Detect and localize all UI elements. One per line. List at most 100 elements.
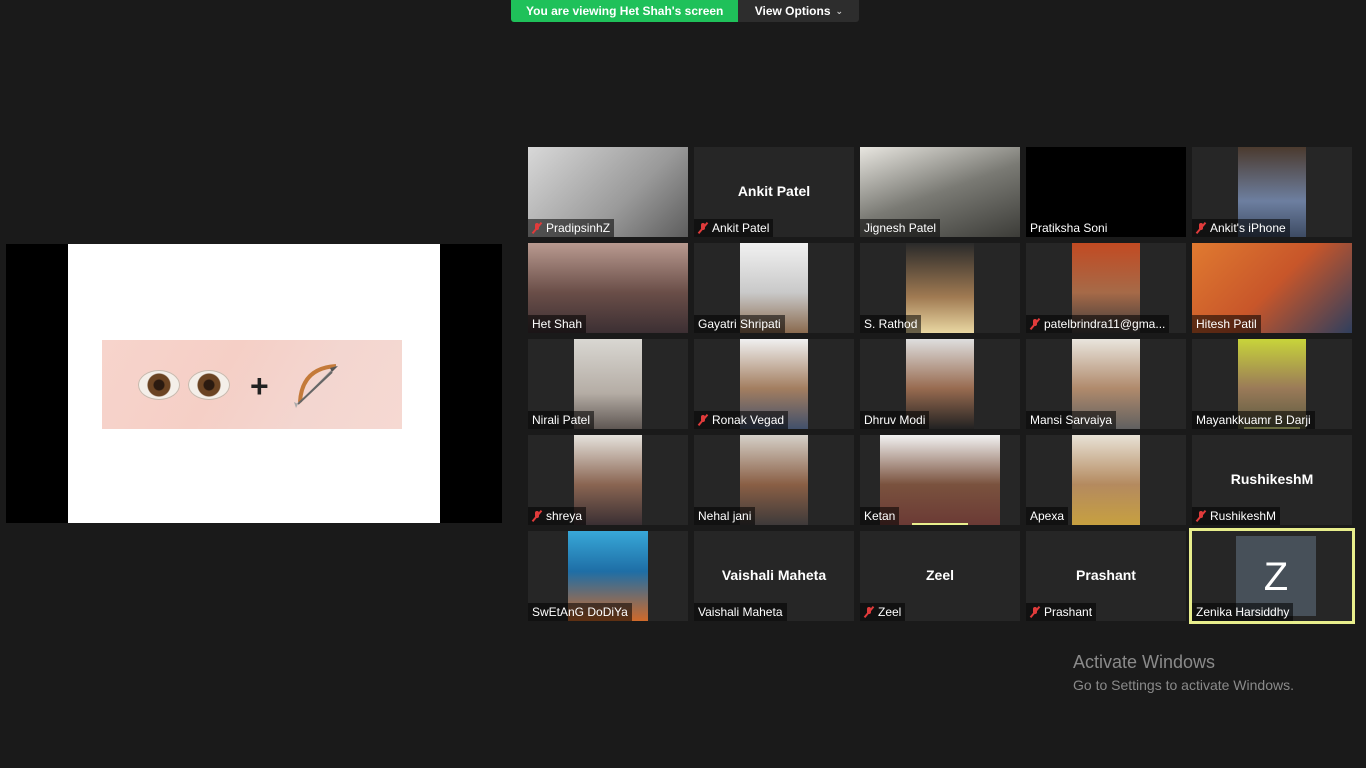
participant-display-name: Prashant <box>1076 567 1136 583</box>
plus-sign: + <box>250 368 269 404</box>
muted-mic-icon <box>1196 222 1206 234</box>
participant-name: Hitesh Patil <box>1196 317 1257 331</box>
participant-display-name: RushikeshM <box>1230 471 1314 487</box>
participant-video <box>1072 435 1140 525</box>
participant-name-bar: Vaishali Maheta <box>694 603 787 621</box>
participant-name: RushikeshM <box>1210 509 1277 523</box>
participant-tile[interactable]: Mayankkuamr B Darji <box>1192 339 1352 429</box>
participant-name-bar: Jignesh Patel <box>860 219 941 237</box>
participant-name-bar: Mansi Sarvaiya <box>1026 411 1117 429</box>
participant-name-bar: Pratiksha Soni <box>1026 219 1112 237</box>
participant-tile[interactable]: Het Shah <box>528 243 688 333</box>
muted-mic-icon <box>698 222 708 234</box>
chevron-down-icon: ⌄ <box>835 6 844 16</box>
participant-name: Ronak Vegad <box>712 413 785 427</box>
participant-tile[interactable]: Apexa <box>1026 435 1186 525</box>
speaking-indicator <box>912 523 968 525</box>
participant-name: Mayankkuamr B Darji <box>1196 413 1311 427</box>
eye-icon <box>138 370 180 400</box>
view-options-button[interactable]: View Options ⌄ <box>738 0 860 22</box>
participant-name-bar: Mayankkuamr B Darji <box>1192 411 1315 429</box>
participant-name: Apexa <box>1030 509 1065 523</box>
participant-tile[interactable]: Mansi Sarvaiya <box>1026 339 1186 429</box>
participant-name-bar: Ronak Vegad <box>694 411 789 429</box>
participant-tile[interactable]: Zeel Zeel <box>860 531 1020 621</box>
participant-name-bar: Dhruv Modi <box>860 411 930 429</box>
participant-tile[interactable]: Ankit Patel Ankit Patel <box>694 147 854 237</box>
participant-name: Zenika Harsiddhy <box>1196 605 1290 619</box>
participant-name: Nehal jani <box>698 509 752 523</box>
participant-tile[interactable]: Hitesh Patil <box>1192 243 1352 333</box>
participant-name: Ankit Patel <box>712 221 770 235</box>
muted-mic-icon <box>698 414 708 426</box>
participant-name: Nirali Patel <box>532 413 591 427</box>
participant-name-bar: Nehal jani <box>694 507 756 525</box>
participant-name-bar: SwEtAnG DoDiYa <box>528 603 632 621</box>
slide-emoji-strip: + <box>102 340 402 429</box>
participant-name-bar: Ketan <box>860 507 900 525</box>
participant-name: SwEtAnG DoDiYa <box>532 605 628 619</box>
participant-name-bar: Hitesh Patil <box>1192 315 1261 333</box>
participant-name: shreya <box>546 509 583 523</box>
participant-name: Ankit's iPhone <box>1210 221 1286 235</box>
participant-name-bar: Ankit's iPhone <box>1192 219 1290 237</box>
participant-name-bar: Zeel <box>860 603 906 621</box>
screen-share-banner: You are viewing Het Shah's screen View O… <box>511 0 860 22</box>
participant-tile[interactable]: Dhruv Modi <box>860 339 1020 429</box>
participant-name-bar: S. Rathod <box>860 315 922 333</box>
participant-tile[interactable]: Nehal jani <box>694 435 854 525</box>
participant-name-bar: Zenika Harsiddhy <box>1192 603 1294 621</box>
participant-tile[interactable]: S. Rathod <box>860 243 1020 333</box>
participant-tile[interactable]: Pratiksha Soni <box>1026 147 1186 237</box>
participant-tile[interactable]: SwEtAnG DoDiYa <box>528 531 688 621</box>
participant-name: S. Rathod <box>864 317 918 331</box>
muted-mic-icon <box>1030 606 1040 618</box>
participant-display-name: Ankit Patel <box>737 183 811 199</box>
participant-tile[interactable]: Prashant Prashant <box>1026 531 1186 621</box>
shared-screen[interactable]: + <box>6 244 502 523</box>
participant-name-bar: shreya <box>528 507 587 525</box>
participant-name-bar: PradipsinhZ <box>528 219 615 237</box>
participant-name: Prashant <box>1044 605 1093 619</box>
view-options-label: View Options <box>754 4 831 18</box>
participant-name-bar: Ankit Patel <box>694 219 774 237</box>
participant-name: Ketan <box>864 509 896 523</box>
participant-tile[interactable]: Ronak Vegad <box>694 339 854 429</box>
muted-mic-icon <box>864 606 874 618</box>
viewing-screen-label: You are viewing Het Shah's screen <box>511 0 739 22</box>
participant-name: Zeel <box>878 605 902 619</box>
bow-and-arrow-icon <box>294 364 338 408</box>
participant-name-bar: Het Shah <box>528 315 587 333</box>
participant-name-bar: Apexa <box>1026 507 1069 525</box>
eyes-emoji <box>138 370 230 400</box>
participant-tile[interactable]: Ketan <box>860 435 1020 525</box>
participant-name: Vaishali Maheta <box>698 605 783 619</box>
participant-tile[interactable]: Gayatri Shripati <box>694 243 854 333</box>
participant-name-bar: Gayatri Shripati <box>694 315 785 333</box>
participant-tile[interactable]: patelbrindra11@gma... <box>1026 243 1186 333</box>
participant-name-bar: Nirali Patel <box>528 411 595 429</box>
participant-tile[interactable]: Nirali Patel <box>528 339 688 429</box>
participant-name: PradipsinhZ <box>546 221 611 235</box>
participant-display-name: Vaishali Maheta <box>721 567 827 583</box>
participant-tile[interactable]: RushikeshM RushikeshM <box>1192 435 1352 525</box>
participant-tile[interactable]: Vaishali Maheta Vaishali Maheta <box>694 531 854 621</box>
participant-name-bar: Prashant <box>1026 603 1097 621</box>
participant-name: Pratiksha Soni <box>1030 221 1108 235</box>
watermark-subtitle: Go to Settings to activate Windows. <box>1073 677 1294 693</box>
participant-tile[interactable]: shreya <box>528 435 688 525</box>
participant-tile[interactable]: PradipsinhZ <box>528 147 688 237</box>
participant-name: Dhruv Modi <box>864 413 926 427</box>
participant-name: Gayatri Shripati <box>698 317 781 331</box>
participant-tile[interactable]: Jignesh Patel <box>860 147 1020 237</box>
muted-mic-icon <box>1030 318 1040 330</box>
muted-mic-icon <box>532 222 542 234</box>
participant-tile[interactable]: Ankit's iPhone <box>1192 147 1352 237</box>
activate-windows-watermark: Activate Windows Go to Settings to activ… <box>1073 652 1294 693</box>
watermark-title: Activate Windows <box>1073 652 1216 672</box>
participant-name: Het Shah <box>532 317 583 331</box>
participant-name: Mansi Sarvaiya <box>1030 413 1113 427</box>
muted-mic-icon <box>1196 510 1206 522</box>
participant-display-name: Zeel <box>925 567 954 583</box>
participant-tile[interactable]: Z Zenika Harsiddhy <box>1189 528 1355 624</box>
